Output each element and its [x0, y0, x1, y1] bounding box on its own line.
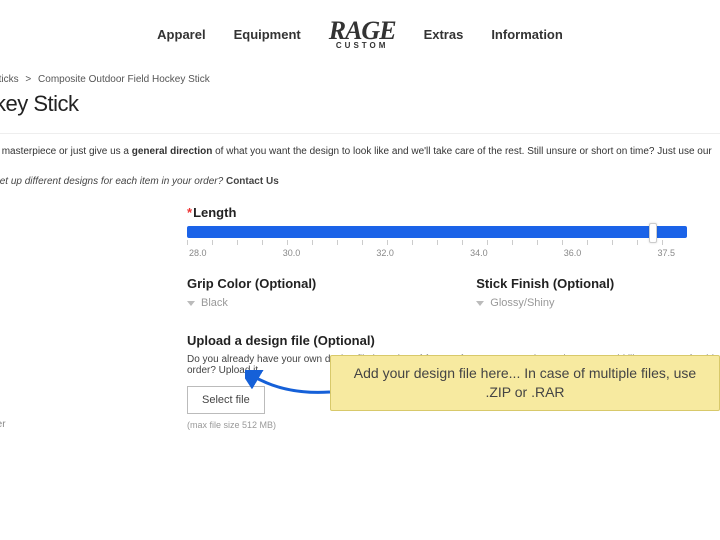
- grip-label: Grip Color (Optional): [187, 276, 316, 291]
- slider-ticks: [187, 240, 687, 246]
- logo[interactable]: RAGE CUSTOM: [329, 18, 396, 50]
- crumb-sticks[interactable]: Sticks: [0, 74, 19, 85]
- page-title: d Hockey Stick: [0, 91, 720, 117]
- length-slider[interactable]: [187, 226, 687, 238]
- select-file-button[interactable]: Select file: [187, 386, 265, 414]
- breadcrumb: ey > Sticks > Composite Outdoor Field Ho…: [0, 60, 720, 87]
- slider-labels: 28.030.032.034.036.037.5: [187, 248, 677, 258]
- nav-extras[interactable]: Extras: [424, 27, 464, 42]
- length-label: *Length: [187, 205, 720, 220]
- file-size-hint: (max file size 512 MB): [187, 420, 720, 430]
- nav-apparel[interactable]: Apparel: [157, 27, 205, 42]
- nav-equipment[interactable]: Equipment: [234, 27, 301, 42]
- grip-select[interactable]: Black: [187, 297, 316, 309]
- divider: [0, 133, 720, 134]
- chevron-down-icon: [476, 301, 484, 306]
- crumb-product[interactable]: Composite Outdoor Field Hockey Stick: [38, 74, 210, 85]
- footer-order-link[interactable]: your order: [0, 419, 6, 430]
- chevron-down-icon: [187, 301, 195, 306]
- upload-label: Upload a design file (Optional): [187, 333, 720, 348]
- nav-information[interactable]: Information: [491, 27, 563, 42]
- logo-sub: CUSTOM: [336, 42, 389, 50]
- finish-select[interactable]: Glossy/Shiny: [476, 297, 614, 309]
- description-help: 🙂 Need help to set up different designs …: [0, 176, 720, 187]
- description: ate your very own masterpiece or just gi…: [0, 144, 720, 174]
- top-nav: Apparel Equipment RAGE CUSTOM Extras Inf…: [0, 0, 720, 60]
- contact-link[interactable]: Contact Us: [226, 176, 279, 187]
- finish-label: Stick Finish (Optional): [476, 276, 614, 291]
- annotation-callout: Add your design file here... In case of …: [330, 355, 720, 411]
